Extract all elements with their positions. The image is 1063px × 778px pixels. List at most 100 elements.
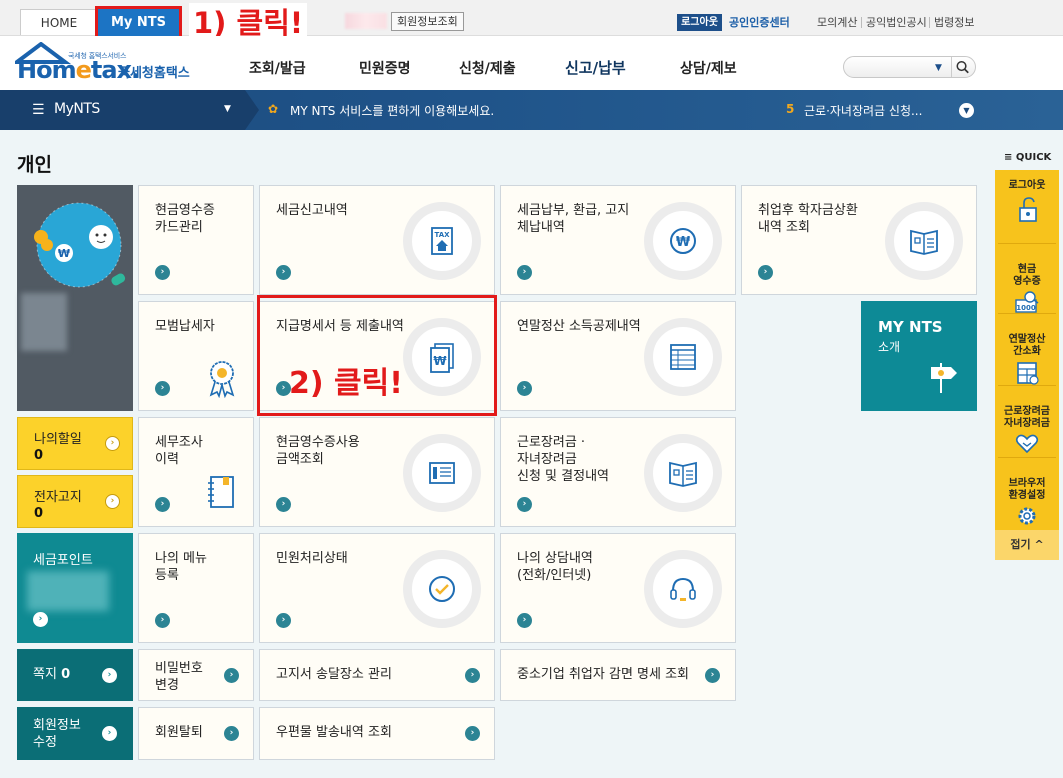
card-civil-status[interactable]: 민원처리상태 › — [259, 533, 495, 643]
quick-logout[interactable]: 로그아웃 — [995, 180, 1059, 224]
mock-calc-link[interactable]: 모의계산 — [817, 15, 857, 30]
divider — [929, 17, 930, 28]
go-arrow-icon[interactable]: › — [465, 726, 480, 741]
quick-year-end[interactable]: 연말정산 간소화 — [995, 322, 1059, 398]
card-title: 나의 메뉴 등록 — [155, 551, 207, 583]
icon-ring — [403, 550, 481, 628]
go-arrow-icon[interactable]: › — [155, 613, 170, 628]
card-cash-receipt-card[interactable]: 현금영수증 카드관리 › — [138, 185, 254, 295]
card-incentive[interactable]: 근로장려금 · 자녀장려금 신청 및 결정내역 › — [500, 417, 736, 527]
svg-text:TAX: TAX — [434, 231, 450, 239]
e-bill-tile[interactable]: 전자고지 0 › — [17, 475, 133, 528]
go-arrow-icon[interactable]: › — [33, 612, 48, 627]
tax-point-tile[interactable]: 세금포인트 › — [17, 533, 133, 643]
go-arrow-icon[interactable]: › — [155, 497, 170, 512]
hamburger-icon[interactable]: ☰ — [32, 103, 45, 117]
divider — [998, 385, 1056, 386]
gnb-certificate[interactable]: 민원증명 — [359, 58, 411, 78]
blurred-username — [345, 13, 387, 29]
go-arrow-icon[interactable]: › — [102, 668, 117, 683]
my-nts-intro-tile[interactable]: MY NTS 소개 — [861, 301, 977, 411]
card-title: 중소기업 취업자 감면 명세 조회 — [517, 667, 690, 682]
news-number: 5 — [786, 102, 795, 116]
card-password-change[interactable]: 비밀번호 변경 › — [138, 649, 254, 701]
home-tab[interactable]: HOME — [20, 9, 98, 35]
svg-text:1000: 1000 — [1016, 304, 1036, 312]
card-tax-payment[interactable]: 세금납부, 환급, 고지 체납내역 › ₩ — [500, 185, 736, 295]
search-icon[interactable] — [951, 57, 973, 77]
calculator-icon — [1017, 362, 1039, 385]
go-arrow-icon[interactable]: › — [276, 613, 291, 628]
go-arrow-icon[interactable]: › — [102, 726, 117, 741]
chevron-right-icon[interactable]: › — [105, 436, 120, 451]
go-arrow-icon[interactable]: › — [465, 668, 480, 683]
card-model-taxpayer[interactable]: 모범납세자 › — [138, 301, 254, 411]
card-sme-reduction[interactable]: 중소기업 취업자 감면 명세 조회 › — [500, 649, 736, 701]
news-ticker[interactable]: 근로·자녀장려금 신청... — [804, 102, 922, 119]
note-label-text: 쪽지 — [33, 667, 57, 682]
card-tax-report-history[interactable]: 세금신고내역 › TAX — [259, 185, 495, 295]
card-withdraw[interactable]: 회원탈퇴 › — [138, 707, 254, 760]
blurred-points — [27, 571, 109, 611]
card-consult-history[interactable]: 나의 상담내역 (전화/인터넷) › — [500, 533, 736, 643]
quick-cash-receipt[interactable]: 현금 영수증 1000 — [995, 252, 1059, 326]
quick-fold-button[interactable]: 접기 ^ — [995, 530, 1059, 560]
note-count: 0 — [61, 667, 71, 682]
cert-center-link[interactable]: 공인인증센터 — [729, 14, 790, 31]
go-arrow-icon[interactable]: › — [224, 668, 239, 683]
divider — [998, 243, 1056, 244]
gnb-apply[interactable]: 신청/제출 — [459, 58, 516, 78]
card-student-loan[interactable]: 취업후 학자금상환 내역 조회 › — [741, 185, 977, 295]
quick-browser-settings[interactable]: 브라우저 환경설정 — [995, 466, 1059, 540]
logo-part: Hom — [17, 56, 77, 84]
go-arrow-icon[interactable]: › — [155, 381, 170, 396]
icon-ring: ₩ — [644, 202, 722, 280]
open-book-icon — [669, 461, 697, 487]
go-arrow-icon[interactable]: › — [276, 265, 291, 280]
go-arrow-icon[interactable]: › — [224, 726, 239, 741]
blurred-user-info — [21, 293, 67, 351]
card-year-end-deduction[interactable]: 연말정산 소득공제내역 › — [500, 301, 736, 411]
icon-ring — [885, 202, 963, 280]
card-cash-receipt-amount[interactable]: 현금영수증사용 금액조회 › — [259, 417, 495, 527]
icon-ring — [644, 550, 722, 628]
my-todo-tile[interactable]: 나의할일 0 › — [17, 417, 133, 470]
go-arrow-icon[interactable]: › — [517, 613, 532, 628]
card-title: 모범납세자 — [155, 319, 215, 334]
gnb-consult[interactable]: 상담/제보 — [680, 58, 737, 78]
gnb-report-pay[interactable]: 신고/납부 — [565, 57, 626, 78]
card-title: 나의 상담내역 (전화/인터넷) — [517, 551, 593, 583]
divider — [998, 457, 1056, 458]
gnb-inquiry[interactable]: 조회/발급 — [249, 58, 306, 78]
member-edit-tile[interactable]: 회원정보 수정 › — [17, 707, 133, 760]
note-tile[interactable]: 쪽지 0 › — [17, 649, 133, 701]
go-arrow-icon[interactable]: › — [276, 497, 291, 512]
go-arrow-icon[interactable]: › — [517, 497, 532, 512]
annotation-step2: 2) 클릭! — [289, 366, 403, 401]
card-mail-history[interactable]: 우편물 발송내역 조회 › — [259, 707, 495, 760]
expand-news-icon[interactable]: ▼ — [959, 103, 974, 118]
member-info-button[interactable]: 회원정보조회 — [391, 12, 464, 31]
open-book-icon — [910, 229, 938, 255]
chevron-up-icon: ^ — [1034, 538, 1044, 551]
logo-part: e — [75, 56, 92, 84]
logout-button[interactable]: 로그아웃 — [677, 14, 722, 31]
card-title: 우편물 발송내역 조회 — [276, 725, 392, 740]
card-title: 현금영수증 카드관리 — [155, 203, 215, 235]
card-title: 회원탈퇴 — [155, 725, 203, 740]
go-arrow-icon[interactable]: › — [758, 265, 773, 280]
caret-down-icon[interactable]: ▼ — [224, 104, 231, 114]
card-tax-audit[interactable]: 세무조사 이력 › — [138, 417, 254, 527]
card-bill-delivery[interactable]: 고지서 송달장소 관리 › — [259, 649, 495, 701]
go-arrow-icon[interactable]: › — [705, 668, 720, 683]
go-arrow-icon[interactable]: › — [517, 381, 532, 396]
go-arrow-icon[interactable]: › — [155, 265, 170, 280]
icon-ring: TAX — [403, 202, 481, 280]
card-title: 세금납부, 환급, 고지 체납내역 — [517, 203, 630, 235]
public-corp-link[interactable]: 공익법인공시 — [866, 15, 927, 30]
chevron-down-icon[interactable]: ▼ — [935, 63, 942, 73]
law-info-link[interactable]: 법령정보 — [934, 15, 974, 30]
card-my-menu[interactable]: 나의 메뉴 등록 › — [138, 533, 254, 643]
chevron-right-icon[interactable]: › — [105, 494, 120, 509]
go-arrow-icon[interactable]: › — [517, 265, 532, 280]
